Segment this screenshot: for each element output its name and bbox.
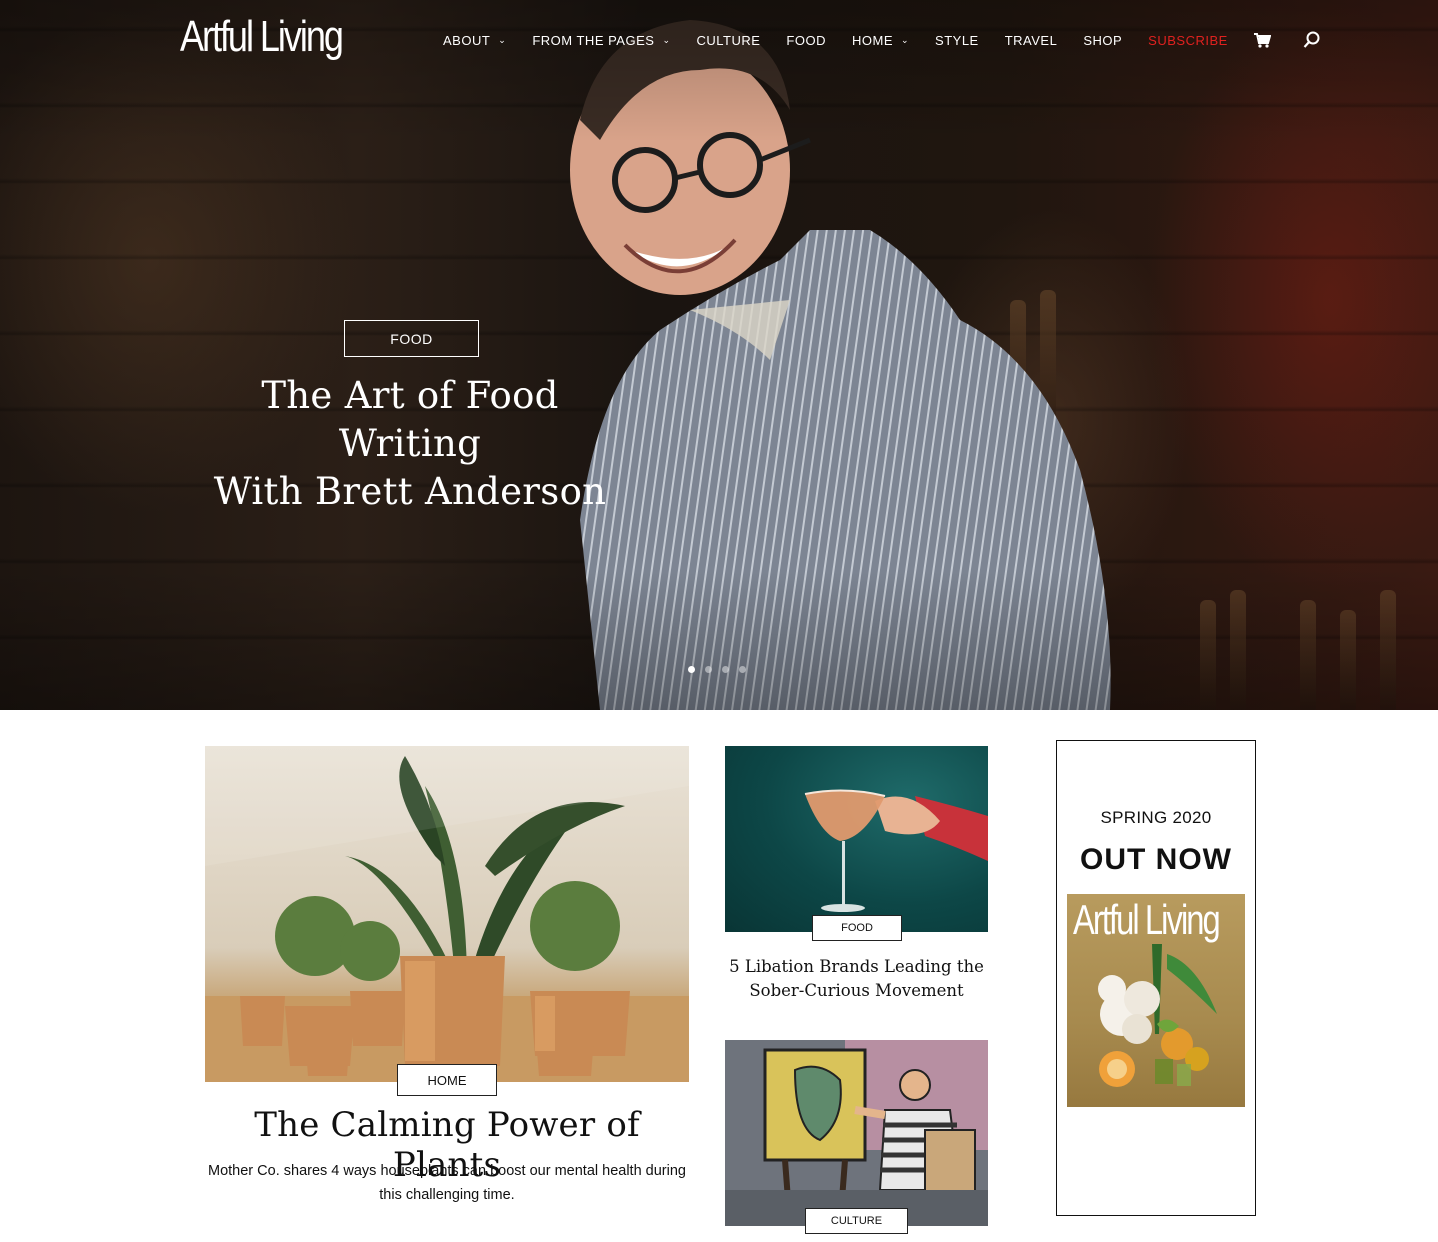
nav-label: FROM THE PAGES xyxy=(532,32,655,48)
nav-item-culture[interactable]: CULTURE xyxy=(696,33,760,48)
nav-label: CULTURE xyxy=(696,32,761,48)
nav-item-from-the-pages[interactable]: FROM THE PAGES ⌄ xyxy=(532,33,670,48)
nav-item-style[interactable]: STYLE xyxy=(935,33,979,48)
nav-label: TRAVEL xyxy=(1004,32,1058,48)
hero-title-line1[interactable]: The Art of Food Writing xyxy=(190,372,630,468)
nav-item-travel[interactable]: TRAVEL xyxy=(1005,33,1058,48)
chevron-down-icon: ⌄ xyxy=(498,34,507,45)
card-image-painter[interactable] xyxy=(725,1040,988,1226)
plants-illustration xyxy=(205,746,689,1082)
nav-item-about[interactable]: ABOUT ⌄ xyxy=(443,33,506,48)
slider-dot-3[interactable] xyxy=(722,666,729,673)
cover-logo: Artful Living xyxy=(1073,896,1221,943)
nav-label: HOME xyxy=(851,32,893,48)
hero-title[interactable]: The Art of Food Writing With Brett Ander… xyxy=(190,372,630,516)
hero-title-line2[interactable]: With Brett Anderson xyxy=(190,468,630,516)
card-image-cocktail[interactable] xyxy=(725,746,988,932)
nav-item-shop[interactable]: SHOP xyxy=(1083,33,1122,48)
feature-category-tag[interactable]: HOME xyxy=(397,1064,497,1096)
card-1-category-tag[interactable]: FOOD xyxy=(812,915,902,941)
nav-label: FOOD xyxy=(786,32,826,48)
chevron-down-icon: ⌄ xyxy=(900,34,910,45)
painter-illustration xyxy=(725,1040,988,1226)
ad-headline: OUT NOW xyxy=(1080,843,1232,876)
feature-description: Mother Co. shares 4 ways houseplants can… xyxy=(208,1163,686,1203)
slider-dot-1[interactable] xyxy=(688,666,695,673)
main-nav: ABOUT ⌄ FROM THE PAGES ⌄ CULTURE FOOD HOME… xyxy=(443,31,1353,49)
hero-category-tag[interactable]: FOOD xyxy=(344,320,479,357)
slider-dot-2[interactable] xyxy=(705,666,712,673)
chevron-down-icon: ⌄ xyxy=(662,34,671,45)
slider-dots xyxy=(688,666,756,673)
card-1-title-line2[interactable]: Sober-Curious Movement xyxy=(725,979,988,1003)
ad-issue-label: SPRING 2020 xyxy=(1100,808,1212,827)
hero-slider[interactable]: FOOD The Art of Food Writing With Brett … xyxy=(0,0,1438,710)
nav-item-food[interactable]: FOOD xyxy=(786,33,826,48)
nav-label: STYLE xyxy=(935,32,979,48)
site-logo[interactable]: Artful Living xyxy=(180,12,344,62)
slider-dot-4[interactable] xyxy=(739,666,746,673)
cart-icon[interactable] xyxy=(1253,32,1271,48)
nav-item-subscribe[interactable]: SUBSCRIBE xyxy=(1148,33,1228,48)
cocktail-illustration xyxy=(804,789,988,912)
magazine-ad[interactable]: SPRING 2020 OUT NOW Artful Living xyxy=(1056,740,1256,1216)
nav-item-home[interactable]: HOME ⌄ xyxy=(852,33,909,48)
hero-overlay xyxy=(0,0,1438,710)
feature-image-plants[interactable] xyxy=(205,746,689,1082)
magazine-cover-image[interactable]: Artful Living xyxy=(1067,894,1245,1107)
nav-label: ABOUT xyxy=(443,32,491,48)
search-icon[interactable] xyxy=(1303,31,1321,49)
card-2-category-tag[interactable]: CULTURE xyxy=(805,1208,908,1234)
card-1-title[interactable]: 5 Libation Brands Leading the Sober-Curi… xyxy=(725,955,988,1003)
card-1-title-line1[interactable]: 5 Libation Brands Leading the xyxy=(725,955,988,979)
nav-label: SHOP xyxy=(1083,32,1123,48)
